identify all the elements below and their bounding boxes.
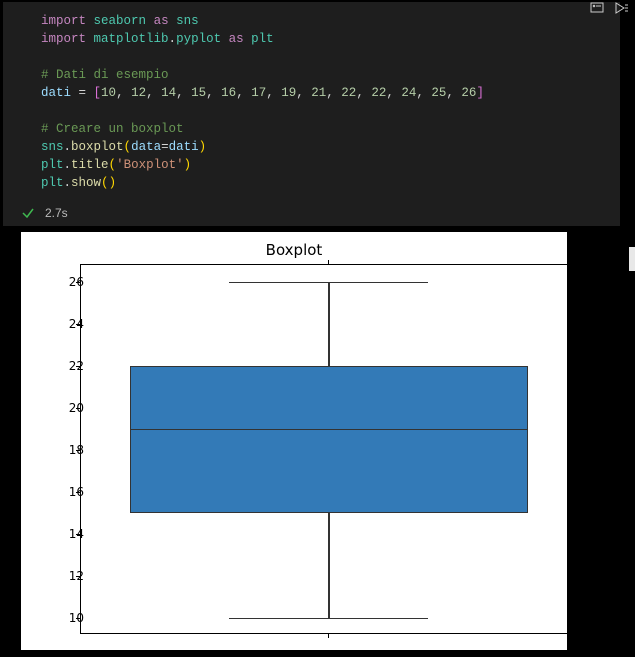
clear-outputs-icon[interactable] bbox=[590, 1, 606, 15]
y-tick-mark bbox=[76, 450, 81, 451]
y-tick-mark-right bbox=[576, 366, 581, 367]
object: plt bbox=[41, 176, 64, 190]
function: boxplot bbox=[71, 140, 124, 154]
comment: # Creare un boxplot bbox=[41, 122, 184, 136]
y-tick-mark-right bbox=[576, 282, 581, 283]
y-tick-mark-right bbox=[576, 492, 581, 493]
keyword: import bbox=[41, 32, 86, 46]
number: 14 bbox=[161, 86, 176, 100]
alias: plt bbox=[251, 32, 274, 46]
bracket: ] bbox=[476, 86, 484, 100]
paren: ( bbox=[109, 158, 117, 172]
y-tick-mark bbox=[76, 366, 81, 367]
whisker-lower bbox=[328, 513, 330, 618]
object: plt bbox=[41, 158, 64, 172]
paren: ( bbox=[124, 140, 132, 154]
number: 22 bbox=[341, 86, 356, 100]
run-by-line-icon[interactable] bbox=[614, 1, 630, 15]
argument: dati bbox=[169, 140, 199, 154]
object: sns bbox=[41, 140, 64, 154]
number: 22 bbox=[371, 86, 386, 100]
param: data bbox=[131, 140, 161, 154]
y-tick-mark bbox=[76, 282, 81, 283]
number: 21 bbox=[311, 86, 326, 100]
y-tick-mark-right bbox=[576, 618, 581, 619]
y-tick-mark bbox=[76, 576, 81, 577]
keyword: as bbox=[229, 32, 244, 46]
string: 'Boxplot' bbox=[116, 158, 184, 172]
number: 19 bbox=[281, 86, 296, 100]
number: 16 bbox=[221, 86, 236, 100]
number: 12 bbox=[131, 86, 146, 100]
paren: ) bbox=[199, 140, 207, 154]
punct: . bbox=[64, 140, 72, 154]
function: title bbox=[71, 158, 109, 172]
plot-axes: 26 24 22 20 18 16 14 12 10 bbox=[80, 264, 577, 634]
median-line bbox=[130, 429, 528, 431]
x-tick-mark-top bbox=[328, 260, 329, 265]
module: seaborn bbox=[94, 14, 147, 28]
code-cell: import seaborn as sns import matplotlib.… bbox=[3, 2, 620, 226]
y-tick-mark-right bbox=[576, 450, 581, 451]
y-tick-mark-right bbox=[576, 534, 581, 535]
code-editor[interactable]: import seaborn as sns import matplotlib.… bbox=[3, 2, 620, 202]
y-tick-mark bbox=[76, 408, 81, 409]
number: 17 bbox=[251, 86, 266, 100]
x-tick-mark-bottom bbox=[328, 633, 329, 638]
y-tick-mark bbox=[76, 324, 81, 325]
success-check-icon bbox=[21, 206, 35, 220]
cell-toolbar bbox=[590, 0, 630, 16]
number: 25 bbox=[431, 86, 446, 100]
chart-title: Boxplot bbox=[21, 241, 567, 259]
number: 15 bbox=[191, 86, 206, 100]
paren: ) bbox=[184, 158, 192, 172]
number: 26 bbox=[461, 86, 476, 100]
whisker-upper bbox=[328, 282, 330, 366]
execution-time: 2.7s bbox=[45, 206, 68, 220]
keyword: as bbox=[154, 14, 169, 28]
adjacent-panel-edge bbox=[629, 247, 635, 271]
alias: sns bbox=[176, 14, 199, 28]
comment: # Dati di esempio bbox=[41, 68, 169, 82]
cell-status: 2.7s bbox=[3, 202, 620, 226]
y-tick-mark bbox=[76, 618, 81, 619]
y-tick-mark-right bbox=[576, 576, 581, 577]
variable: dati bbox=[41, 86, 71, 100]
punct: . bbox=[169, 32, 177, 46]
module: matplotlib bbox=[94, 32, 169, 46]
punct: . bbox=[64, 176, 72, 190]
whisker-cap-lower bbox=[229, 618, 428, 620]
punct: . bbox=[64, 158, 72, 172]
paren: ( bbox=[101, 176, 109, 190]
function: show bbox=[71, 176, 101, 190]
y-tick-mark-right bbox=[576, 408, 581, 409]
operator: = bbox=[71, 86, 94, 100]
y-tick-mark bbox=[76, 492, 81, 493]
submodule: pyplot bbox=[176, 32, 221, 46]
paren: ) bbox=[109, 176, 117, 190]
operator: = bbox=[161, 140, 169, 154]
output-figure: Boxplot 26 24 22 20 18 16 14 12 10 bbox=[21, 232, 567, 650]
y-tick-mark bbox=[76, 534, 81, 535]
whisker-cap-upper bbox=[229, 282, 428, 284]
number: 24 bbox=[401, 86, 416, 100]
number: 10 bbox=[101, 86, 116, 100]
box-iqr bbox=[130, 366, 528, 513]
bracket: [ bbox=[94, 86, 102, 100]
y-tick-mark-right bbox=[576, 324, 581, 325]
keyword: import bbox=[41, 14, 86, 28]
